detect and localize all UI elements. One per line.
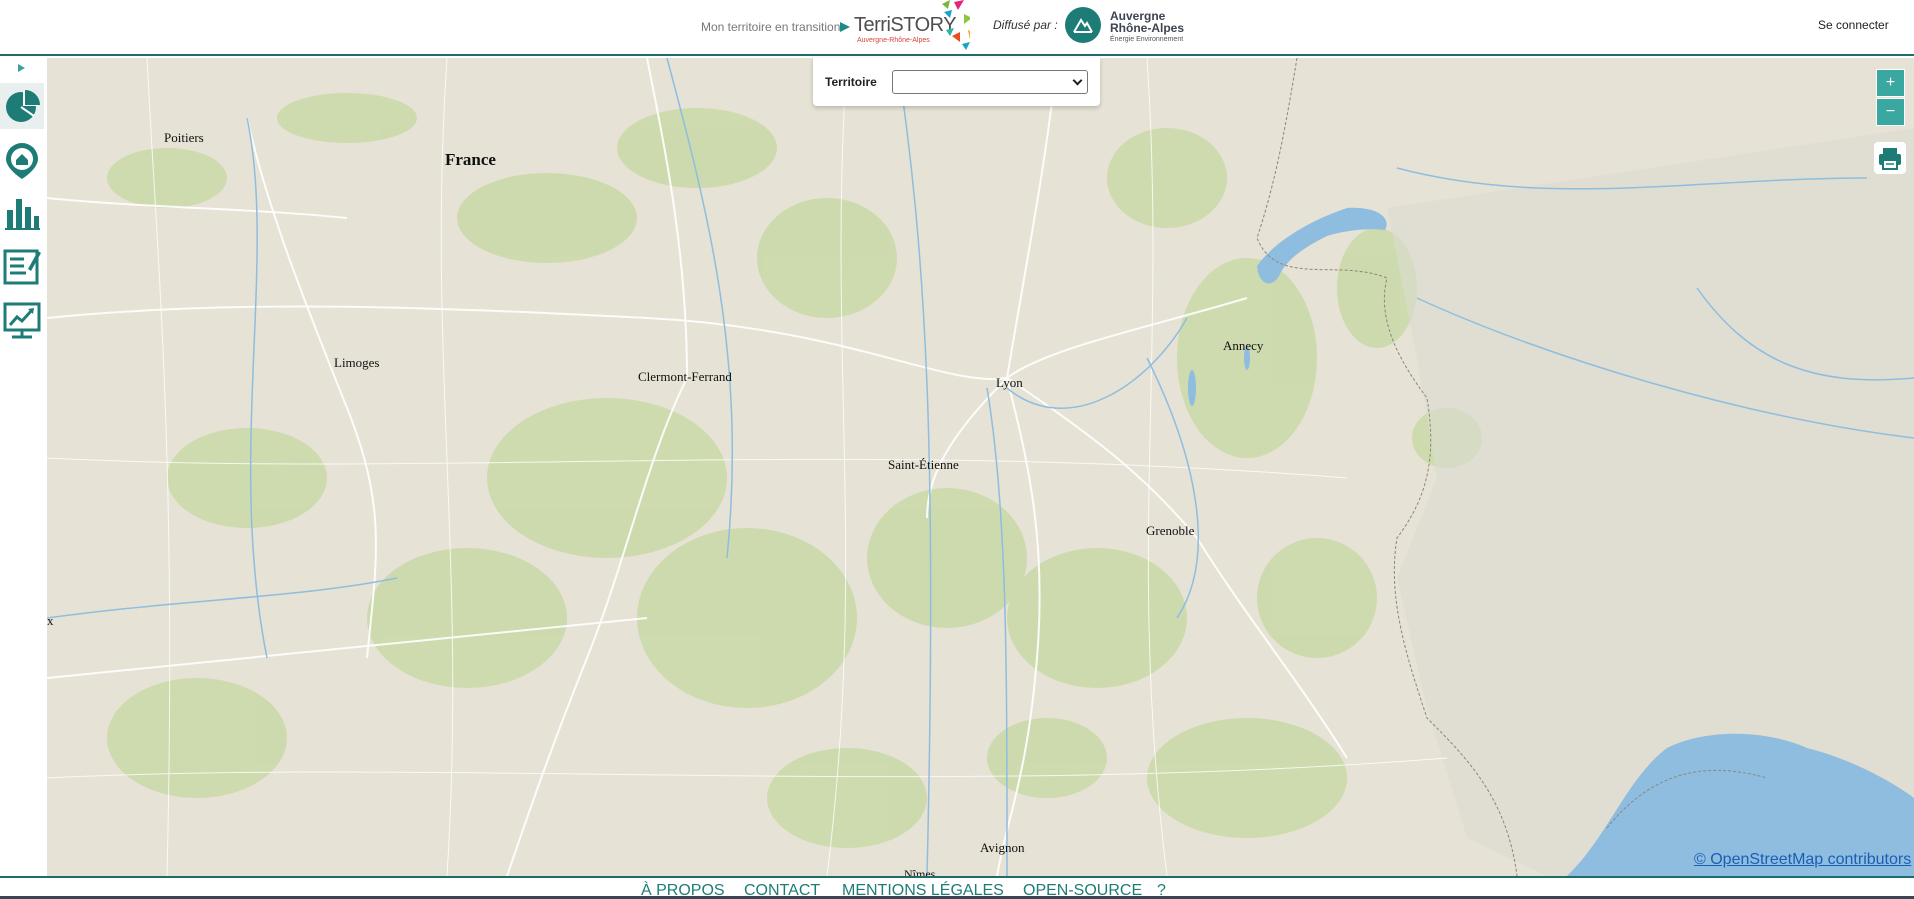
city-label: Poitiers [164, 130, 204, 145]
app-root: Mon territoire en transition TerriSTORY … [0, 0, 1914, 899]
chevron-down-icon [1072, 75, 1083, 86]
sidebar-item-indicators[interactable] [0, 191, 44, 237]
sidebar-item-analysis[interactable] [0, 83, 44, 129]
header: Mon territoire en transition TerriSTORY … [0, 0, 1914, 56]
sidebar-item-dashboard[interactable] [0, 298, 44, 344]
pie-chart-icon [6, 90, 40, 122]
zoom-in-button[interactable]: + [1876, 69, 1905, 97]
home-pin-icon [6, 143, 38, 179]
bar-chart-icon [5, 199, 40, 230]
print-button[interactable] [1874, 142, 1906, 174]
city-label: Nîmes [904, 867, 936, 876]
report-icon [3, 249, 41, 285]
country-label: France [445, 150, 496, 169]
partner-line-3: Énergie Environnement [1110, 36, 1184, 43]
city-label: Grenoble [1146, 523, 1195, 538]
sidebar-item-reports[interactable] [0, 244, 44, 290]
dashboard-icon [3, 302, 41, 339]
city-label: Limoges [334, 355, 380, 370]
sidebar-item-territory[interactable] [0, 138, 44, 184]
terristory-logo[interactable]: TerriSTORY Auvergne-Rhône-Alpes [840, 0, 970, 56]
partner-name: Auvergne Rhône-Alpes Énergie Environneme… [1110, 10, 1184, 46]
city-label: Lyon [996, 375, 1023, 390]
sidebar [0, 58, 47, 874]
territory-select[interactable] [892, 70, 1088, 94]
city-label: Clermont-Ferrand [638, 369, 732, 384]
territory-selector-panel: Territoire [813, 58, 1100, 106]
logo-triangles-icon [942, 0, 970, 50]
partner-logo-icon[interactable] [1065, 7, 1101, 43]
map-x-label: x [47, 613, 54, 628]
city-label: Saint-Étienne [888, 457, 959, 472]
map[interactable]: Poitiers France Limoges Clermont-Ferrand… [47, 58, 1914, 876]
tagline: Mon territoire en transition [701, 20, 841, 34]
territory-label: Territoire [825, 75, 877, 89]
login-link[interactable]: Se connecter [1818, 18, 1889, 32]
map-tiles [47, 58, 1914, 876]
printer-icon [1879, 148, 1901, 170]
city-label: Annecy [1223, 338, 1264, 353]
partner-line-2: Rhône-Alpes [1110, 21, 1185, 35]
osm-attribution-link[interactable]: © OpenStreetMap contributors [1694, 851, 1911, 869]
distributed-by-label: Diffusé par : [993, 18, 1058, 32]
sidebar-toggle-icon[interactable] [18, 64, 25, 72]
city-label: Avignon [980, 840, 1025, 855]
zoom-out-button[interactable]: − [1876, 98, 1905, 126]
